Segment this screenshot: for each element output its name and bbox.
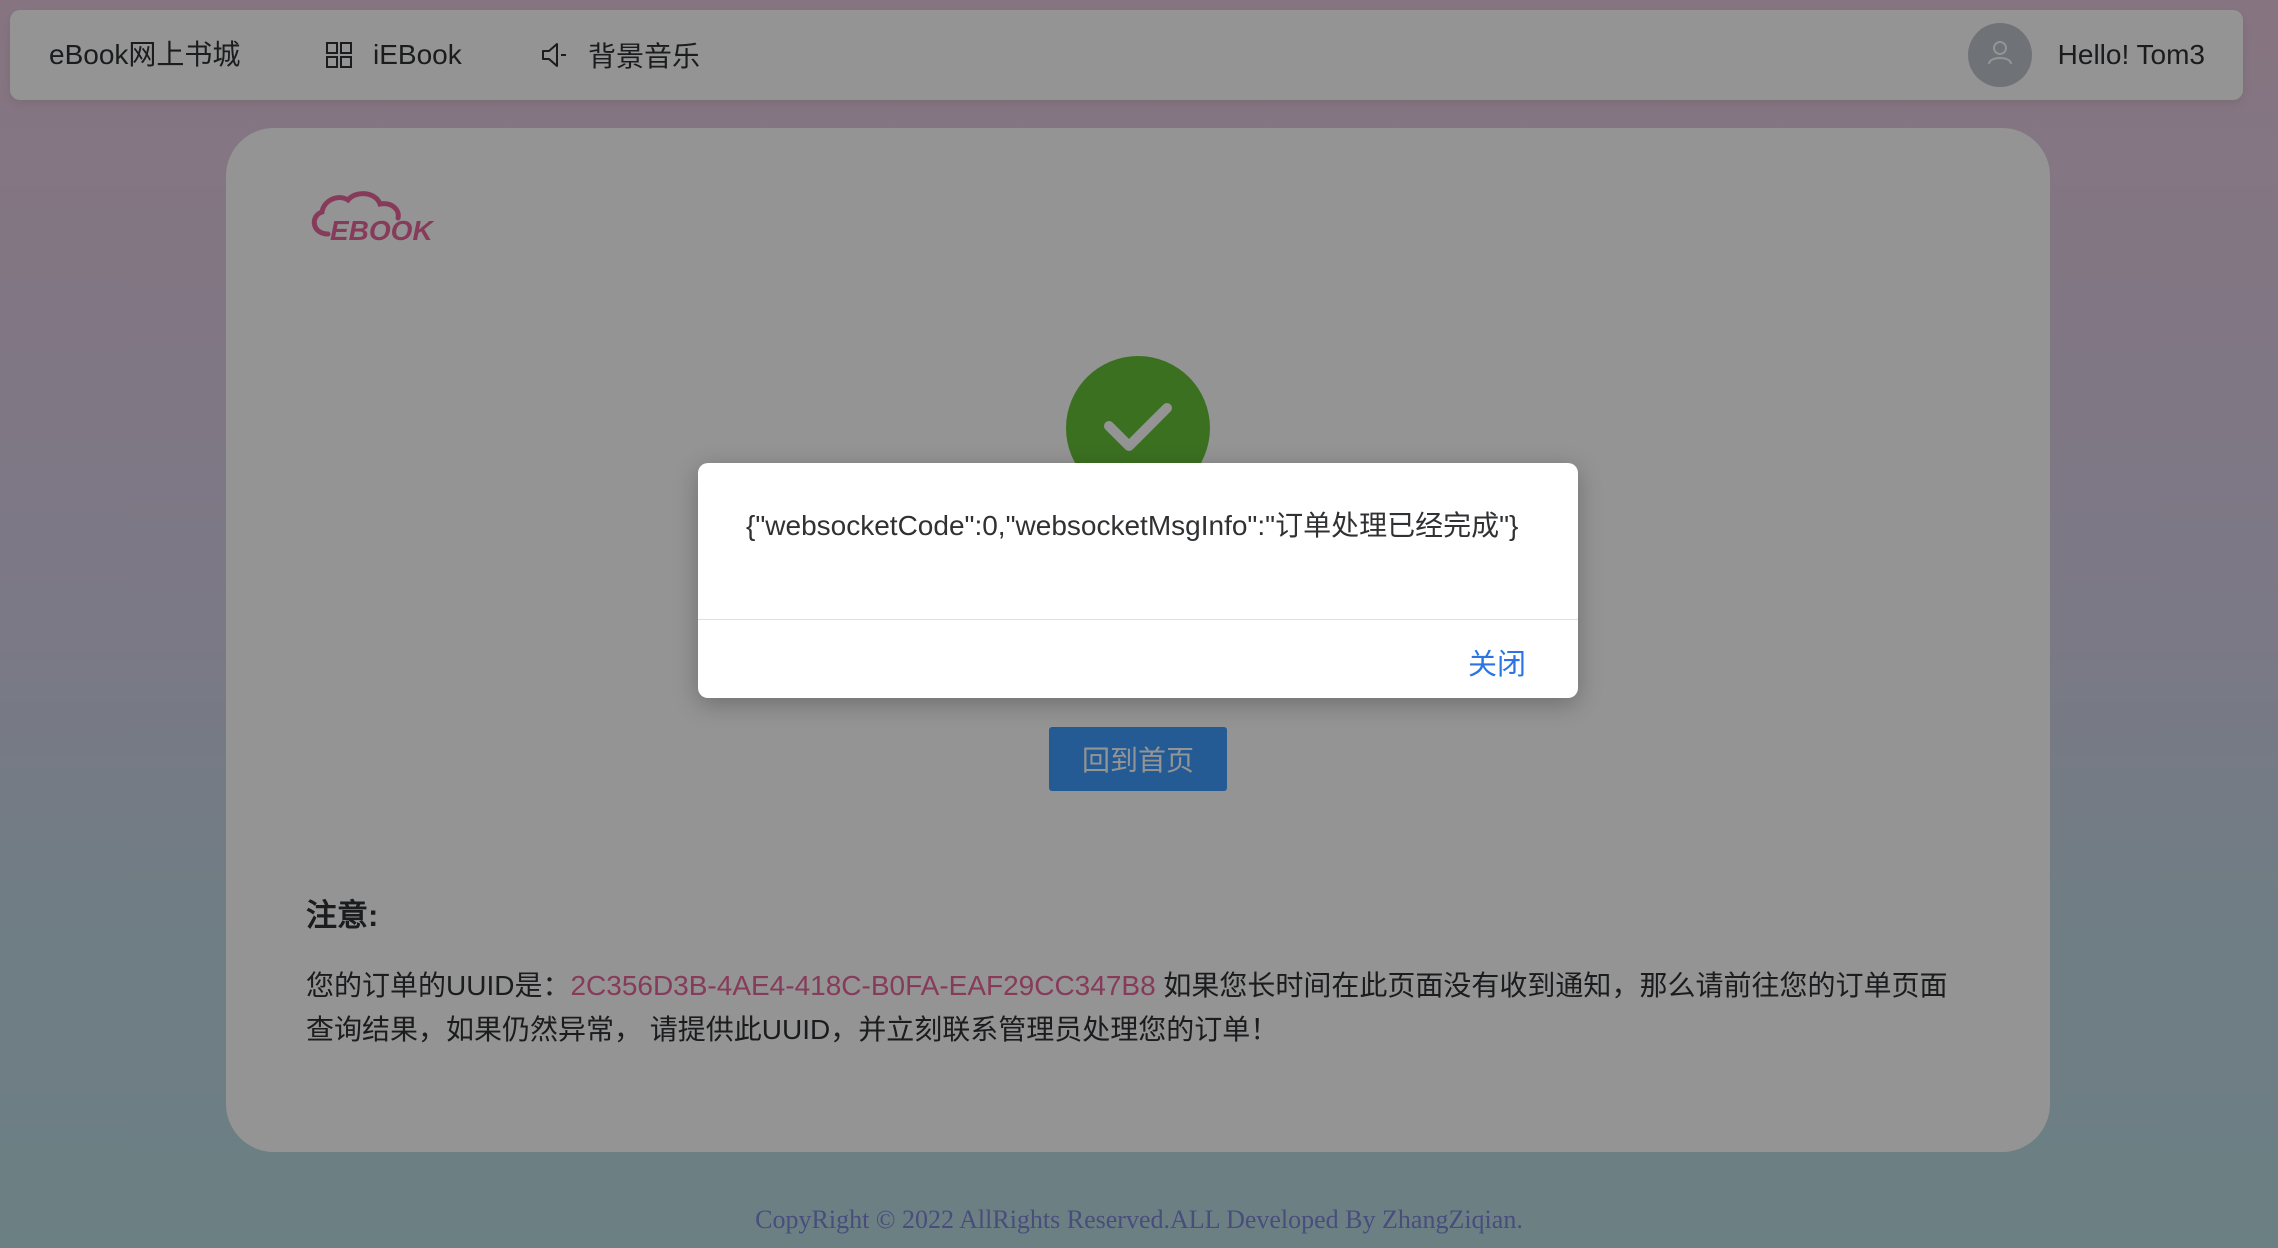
close-button[interactable]: 关闭 <box>1468 641 1526 683</box>
dialog-divider <box>698 619 1578 620</box>
websocket-message-dialog: {"websocketCode":0,"websocketMsgInfo":"订… <box>698 463 1578 698</box>
dialog-message: {"websocketCode":0,"websocketMsgInfo":"订… <box>746 510 1519 541</box>
